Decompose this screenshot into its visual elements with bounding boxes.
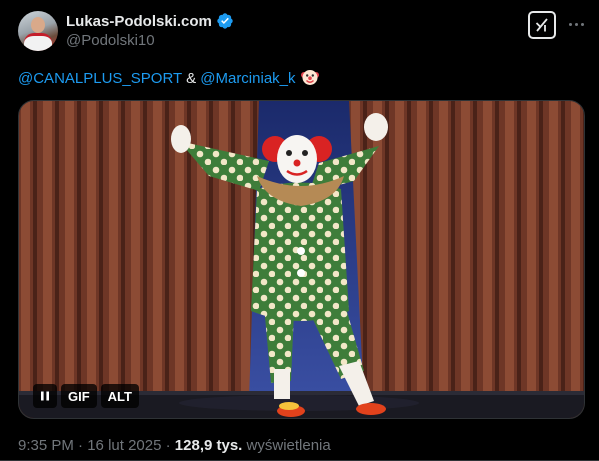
more-horizontal-icon [568, 22, 572, 26]
clown-face-emoji-icon [300, 70, 319, 85]
verified-badge-icon [217, 13, 233, 29]
media-controls: GIF ALT [33, 384, 139, 408]
gif-badge: GIF [61, 384, 97, 408]
meta-dot: · [161, 437, 175, 454]
tweet-separator: & [181, 70, 201, 87]
tweet-text: @CANALPLUS_SPORT & @Marciniak_k [18, 67, 320, 89]
avatar-face [31, 17, 45, 33]
more-dot [580, 22, 584, 26]
more-dot [574, 22, 578, 26]
grok-icon [535, 18, 548, 32]
tweet-time[interactable]: 9:35 PM [18, 437, 74, 454]
mention-canalplus[interactable]: @CANALPLUS_SPORT [18, 70, 182, 87]
pause-button[interactable] [33, 384, 57, 408]
author-name-row: Lukas-Podolski.com [66, 12, 234, 30]
media-gif[interactable]: GIF ALT [18, 100, 585, 419]
avatar-shirt [24, 33, 52, 51]
tweet-date[interactable]: 16 lut 2025 [87, 437, 161, 454]
grok-button[interactable] [528, 11, 556, 39]
tweet-meta: 9:35 PM · 16 lut 2025 · 128,9 tys. wyświ… [18, 437, 331, 454]
more-options-button[interactable] [566, 14, 586, 34]
author-handle[interactable]: @Podolski10 [66, 32, 155, 49]
views-label: wyświetlenia [242, 437, 331, 454]
meta-dot: · [73, 437, 88, 454]
alt-button[interactable]: ALT [100, 384, 139, 408]
clown-stage-image [19, 101, 584, 418]
mention-marciniak[interactable]: @Marciniak_k [200, 70, 295, 87]
avatar[interactable] [18, 11, 58, 51]
author-display-name[interactable]: Lukas-Podolski.com [66, 13, 212, 30]
pause-icon [41, 391, 49, 401]
views-count: 128,9 tys. [174, 437, 243, 454]
